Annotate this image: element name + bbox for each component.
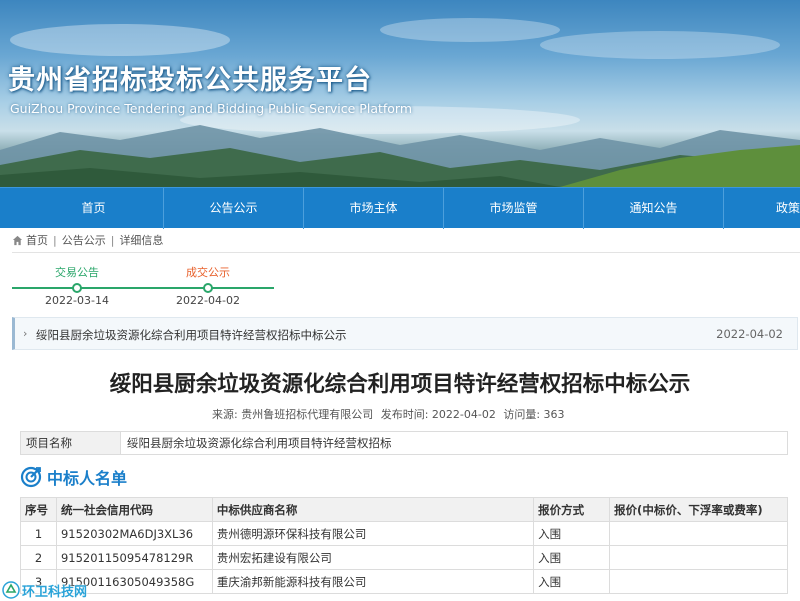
watermark-text: 环卫科技网 [22,584,88,600]
notice-date: 2022-04-02 [716,327,783,341]
project-name-row: 项目名称 绥阳县厨余垃圾资源化综合利用项目特许经营权招标 [20,431,788,455]
table-cell: 1 [20,521,57,546]
column-header: 中标供应商名称 [211,497,535,522]
watermark: 环卫科技网 [2,580,87,600]
table-row: 1 91520302MA6DJ3XL36 贵州德明源环保科技有限公司 入围 [20,521,788,546]
breadcrumb-separator: | [53,233,57,247]
table-cell [609,545,788,570]
nav-item-announcements[interactable]: 公告公示 [164,188,304,229]
timeline-step-dot [72,283,82,293]
table-cell: 入围 [533,545,611,570]
breadcrumb-current: 详细信息 [119,234,164,247]
nav-item-market-entities[interactable]: 市场主体 [304,188,444,229]
site-subtitle: GuiZhou Province Tendering and Bidding P… [10,101,413,116]
table-cell [609,569,788,594]
column-header: 序号 [20,497,57,522]
breadcrumb-announcements[interactable]: 公告公示 [62,232,106,248]
header-banner: 贵州省招标投标公共服务平台 GuiZhou Province Tendering… [0,0,800,187]
table-cell: 915201150954781​29R [55,545,213,570]
column-header: 报价方式 [533,497,611,522]
table-cell: 重庆渝邦新能源科技有限公司 [211,569,535,594]
nav-item-notices[interactable]: 通知公告 [584,188,724,229]
table-cell: 入围 [533,521,611,546]
table-header-row: 序号 统一社会信用代码 中标供应商名称 报价方式 报价(中标价、下浮率或费率) [20,497,788,522]
nav-item-home[interactable]: 首页 [24,188,164,229]
project-name-label: 项目名称 [21,432,121,454]
timeline-track [12,287,274,289]
table-cell [609,521,788,546]
recycle-logo-icon [2,581,20,599]
notice-title[interactable]: 绥阳县厨余垃圾资源化综合利用项目特许经营权招标中标公示 [36,327,347,343]
site-title: 贵州省招标投标公共服务平台 [8,65,372,96]
related-notice-item[interactable]: › 绥阳县厨余垃圾资源化综合利用项目特许经营权招标中标公示 2022-04-02 [12,317,798,350]
table-row: 2 915201150954781​29R 贵州宏拓建设有限公司 入围 [20,545,788,570]
article-source: 来源: 贵州鲁班招标代理有限公司 [212,408,374,421]
process-timeline: 交易公告 2022-03-14 成交公示 2022-04-02 [12,258,274,314]
chevron-right-icon: › [23,327,28,340]
main-nav: 首页 公告公示 市场主体 市场监管 通知公告 政策法 [0,187,800,229]
timeline-step-label[interactable]: 成交公示 [186,264,230,280]
timeline-step-dot [203,283,213,293]
breadcrumb-home[interactable]: 首页 [26,232,48,248]
divider [12,252,800,253]
home-icon [12,235,23,245]
timeline-step-date: 2022-03-14 [45,294,109,307]
table-cell: 91520302MA6DJ3XL36 [55,521,213,546]
column-header: 统一社会信用代码 [55,497,213,522]
article-publish-time: 发布时间: 2022-04-02 [380,408,496,421]
target-icon [20,466,42,488]
winner-list-heading: 中标人名单 [20,465,127,489]
article-title: 绥阳县厨余垃圾资源化综合利用项目特许经营权招标中标公示 [109,372,691,397]
breadcrumb: 首页 | 公告公示 | 详细信息 [12,232,163,248]
nav-item-policies[interactable]: 政策法 [724,188,800,229]
table-cell: 贵州宏拓建设有限公司 [211,545,535,570]
article-meta: 来源: 贵州鲁班招标代理有限公司 发布时间: 2022-04-02 访问量: 3… [212,406,569,422]
table-row: 3 91500116305049358G 重庆渝邦新能源科技有限公司 入围 [20,569,788,594]
table-cell: 贵州德明源环保科技有限公司 [211,521,535,546]
winner-table: 序号 统一社会信用代码 中标供应商名称 报价方式 报价(中标价、下浮率或费率) … [20,497,788,594]
table-cell: 2 [20,545,57,570]
nav-item-market-supervision[interactable]: 市场监管 [444,188,584,229]
table-cell: 入围 [533,569,611,594]
timeline-step-label[interactable]: 交易公告 [55,264,99,280]
breadcrumb-separator: | [110,233,115,247]
article-visits: 访问量: 363 [503,408,565,421]
column-header: 报价(中标价、下浮率或费率) [609,497,788,522]
timeline-step-date: 2022-04-02 [176,294,240,307]
section-title: 中标人名单 [47,469,128,488]
project-name-value: 绥阳县厨余垃圾资源化综合利用项目特许经营权招标 [127,436,392,450]
